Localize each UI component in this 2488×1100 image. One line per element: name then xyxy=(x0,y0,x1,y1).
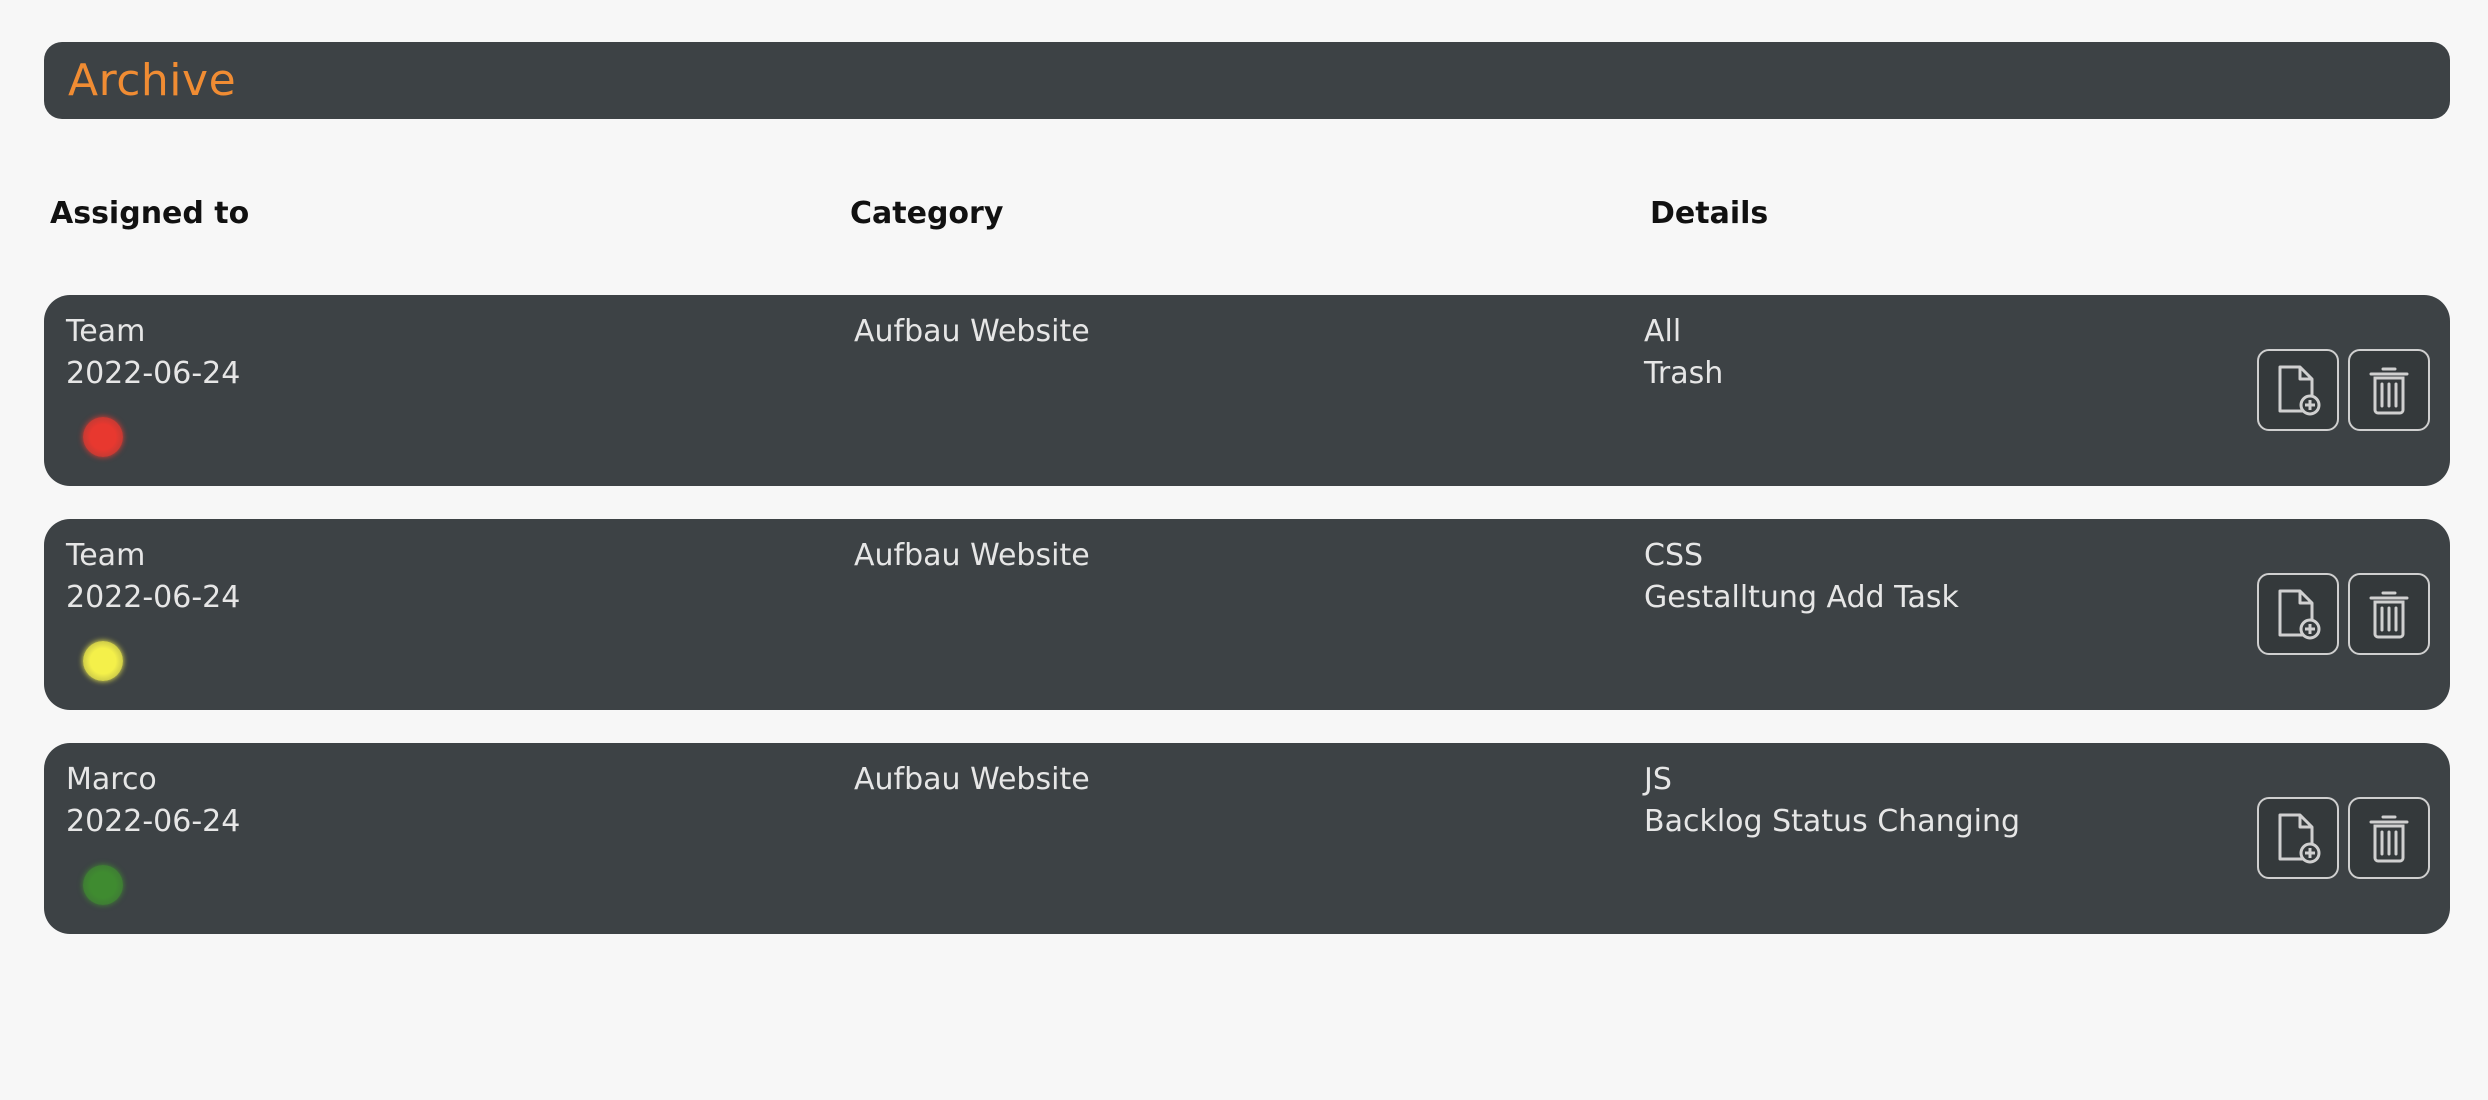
details-cell: All Trash xyxy=(1644,311,1723,395)
assignee-cell: Team 2022-06-24 xyxy=(66,535,240,619)
details-cell: CSS Gestalltung Add Task xyxy=(1644,535,1959,619)
category-cell: Aufbau Website xyxy=(854,759,1090,801)
category-label: Aufbau Website xyxy=(854,314,1090,349)
file-plus-icon xyxy=(2278,813,2321,864)
row-actions xyxy=(2257,573,2430,655)
trash-icon xyxy=(2369,815,2409,863)
task-row: Team 2022-06-24 Aufbau Website CSS Gesta… xyxy=(44,519,2450,710)
delete-task-button[interactable] xyxy=(2348,797,2430,879)
file-plus-icon xyxy=(2278,589,2321,640)
page-title: Archive xyxy=(68,55,237,106)
delete-task-button[interactable] xyxy=(2348,349,2430,431)
task-row: Team 2022-06-24 Aufbau Website All Trash xyxy=(44,295,2450,486)
detail-title: JS xyxy=(1644,762,1672,797)
restore-task-button[interactable] xyxy=(2257,349,2339,431)
file-plus-icon xyxy=(2278,365,2321,416)
trash-icon xyxy=(2369,367,2409,415)
column-header-assigned: Assigned to xyxy=(50,196,250,231)
details-cell: JS Backlog Status Changing xyxy=(1644,759,2020,843)
category-label: Aufbau Website xyxy=(854,538,1090,573)
priority-indicator xyxy=(83,417,123,457)
assignee-name: Team xyxy=(66,538,146,573)
restore-task-button[interactable] xyxy=(2257,573,2339,655)
category-cell: Aufbau Website xyxy=(854,535,1090,577)
detail-description: Trash xyxy=(1644,356,1724,391)
task-date: 2022-06-24 xyxy=(66,356,241,391)
category-label: Aufbau Website xyxy=(854,762,1090,797)
detail-description: Backlog Status Changing xyxy=(1644,804,2021,839)
detail-description: Gestalltung Add Task xyxy=(1644,580,1959,615)
assignee-name: Marco xyxy=(66,762,157,797)
archive-page: Archive Assigned to Category Details Tea… xyxy=(0,0,2488,1100)
category-cell: Aufbau Website xyxy=(854,311,1090,353)
column-header-category: Category xyxy=(850,196,1004,231)
row-actions xyxy=(2257,349,2430,431)
task-date: 2022-06-24 xyxy=(66,580,241,615)
trash-icon xyxy=(2369,591,2409,639)
detail-title: CSS xyxy=(1644,538,1704,573)
delete-task-button[interactable] xyxy=(2348,573,2430,655)
task-row: Marco 2022-06-24 Aufbau Website JS Backl… xyxy=(44,743,2450,934)
column-header-row: Assigned to Category Details xyxy=(0,196,2488,240)
assignee-cell: Team 2022-06-24 xyxy=(66,311,240,395)
restore-task-button[interactable] xyxy=(2257,797,2339,879)
column-header-details: Details xyxy=(1650,196,1769,231)
priority-indicator xyxy=(83,865,123,905)
detail-title: All xyxy=(1644,314,1682,349)
task-date: 2022-06-24 xyxy=(66,804,241,839)
row-actions xyxy=(2257,797,2430,879)
priority-indicator xyxy=(83,641,123,681)
title-bar: Archive xyxy=(44,42,2450,119)
assignee-cell: Marco 2022-06-24 xyxy=(66,759,240,843)
assignee-name: Team xyxy=(66,314,146,349)
